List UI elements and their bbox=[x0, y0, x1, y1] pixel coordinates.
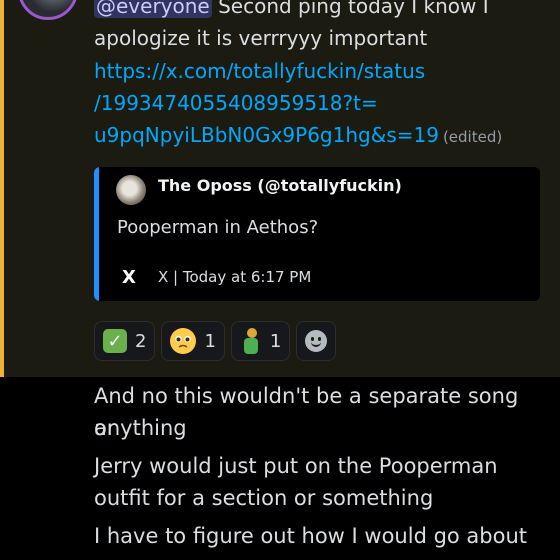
message-link-1[interactable]: https://x.com/totallyfuckin/status bbox=[94, 55, 540, 87]
reaction-figure[interactable]: 1 bbox=[230, 321, 291, 361]
reaction-count: 2 bbox=[135, 330, 147, 352]
everyone-mention[interactable]: @everyone bbox=[94, 0, 212, 18]
person-figure-icon bbox=[240, 328, 262, 354]
followup-message-2a: Jerry would just put on the Pooperman bbox=[94, 454, 498, 478]
reaction-count: 1 bbox=[269, 330, 282, 352]
mention-highlight-bar bbox=[0, 0, 4, 377]
message-text-1: Second ping today I know I bbox=[211, 0, 489, 18]
embed-accent-bar bbox=[94, 167, 99, 301]
followup-message-3: I have to figure out how I would go abou… bbox=[94, 524, 528, 548]
reaction-count: 1 bbox=[204, 330, 216, 352]
reaction-pleading[interactable]: 1 bbox=[161, 321, 225, 361]
message-line-link-3: u9pqNpyiLBbN0Gx9P6g1hg&s=19 (edited) bbox=[94, 119, 540, 153]
x-logo-icon: X bbox=[116, 264, 142, 290]
add-reaction-button[interactable] bbox=[296, 321, 337, 361]
message-line-2: apologize it is verrryyy important bbox=[94, 26, 428, 50]
reaction-check[interactable]: ✓ 2 bbox=[94, 321, 156, 361]
add-reaction-smiley-icon bbox=[305, 330, 328, 352]
followup-message-1b: anything bbox=[94, 416, 187, 440]
check-mark-icon: ✓ bbox=[103, 329, 127, 353]
embed-description: Pooperman in Aethos? bbox=[117, 217, 319, 238]
message-link-2[interactable]: /1993474055408959518?t= bbox=[94, 87, 540, 119]
edited-label: (edited) bbox=[442, 128, 503, 146]
message-line-1: @everyone Second ping today I know I bbox=[94, 0, 540, 22]
message-link-3[interactable]: u9pqNpyiLBbN0Gx9P6g1hg&s=19 bbox=[94, 123, 439, 147]
embed-author-avatar bbox=[116, 175, 146, 205]
reaction-bar: ✓ 2 1 1 bbox=[94, 321, 337, 361]
pleading-face-icon bbox=[170, 328, 197, 354]
link-embed[interactable]: The Oposs (@totallyfuckin) Pooperman in … bbox=[94, 167, 540, 301]
followup-message-2b: outfit for a section or something bbox=[94, 486, 434, 510]
embed-footer: X | Today at 6:17 PM bbox=[158, 268, 312, 286]
embed-author[interactable]: The Oposs (@totallyfuckin) bbox=[158, 176, 402, 195]
